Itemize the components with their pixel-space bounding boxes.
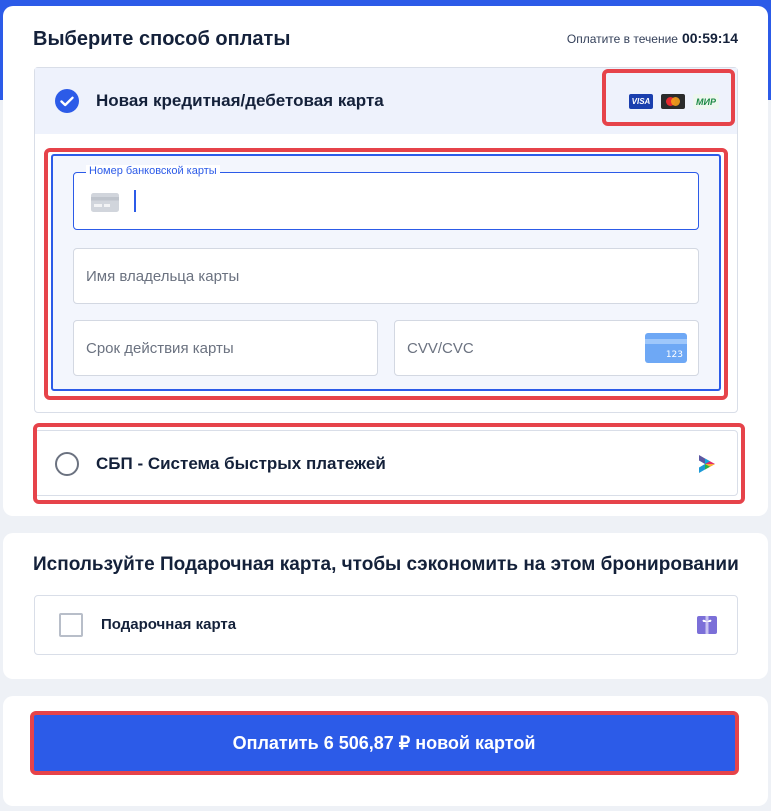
gift-section-title: Используйте Подарочная карта, чтобы сэко… [33, 554, 739, 575]
card-option: Новая кредитная/дебетовая карта VISA МИР… [34, 67, 738, 413]
payment-method-card: Выберите способ оплаты Оплатите в течени… [3, 6, 768, 516]
checkmark-icon [60, 96, 74, 106]
page-title: Выберите способ оплаты [33, 28, 291, 50]
gift-card-checkbox[interactable] [59, 613, 83, 637]
timer-label: Оплатите в течение [566, 32, 678, 46]
card-option-label: Новая кредитная/дебетовая карта [96, 91, 384, 110]
sbp-option-label: СБП - Система быстрых платежей [96, 454, 386, 473]
gift-icon [697, 616, 717, 634]
mastercard-icon [666, 97, 680, 106]
gift-card-section: Используйте Подарочная карта, чтобы сэко… [3, 533, 768, 679]
visa-logo: VISA [629, 94, 653, 109]
cardholder-name-field[interactable]: Имя владельца карты [73, 248, 699, 304]
sbp-logo-icon [699, 455, 715, 473]
gift-card-label: Подарочная карта [101, 616, 237, 633]
card-number-label: Номер банковской карты [86, 165, 220, 177]
card-option-radio[interactable] [55, 89, 79, 113]
pay-button[interactable]: Оплатить 6 506,87 ₽ новой картой [32, 714, 736, 772]
text-cursor [134, 190, 136, 212]
pay-button-label: Оплатить 6 506,87 ₽ новой картой [232, 732, 536, 753]
mir-logo: МИР [693, 94, 719, 109]
cvv-field[interactable]: CVV/CVC 123 [394, 320, 699, 376]
expiry-placeholder: Срок действия карты [86, 339, 234, 357]
gift-card-option[interactable]: Подарочная карта [34, 595, 738, 655]
card-form: Номер банковской карты Имя владельца кар… [51, 154, 721, 391]
card-number-field[interactable]: Номер банковской карты [73, 165, 699, 230]
payment-timer: Оплатите в течение 00:59:14 [567, 30, 738, 46]
cardholder-name-placeholder: Имя владельца карты [86, 267, 240, 285]
credit-card-icon [91, 193, 119, 212]
mastercard-logo [661, 94, 685, 109]
cvv-card-icon: 123 [645, 333, 687, 363]
cvv-placeholder: CVV/CVC [407, 339, 474, 357]
sbp-option[interactable]: СБП - Система быстрых платежей [34, 430, 738, 496]
expiry-field[interactable]: Срок действия карты [73, 320, 378, 376]
cvv-hint-digits: 123 [665, 350, 683, 360]
card-option-header[interactable]: Новая кредитная/дебетовая карта VISA МИР [35, 68, 737, 134]
sbp-option-radio[interactable] [55, 452, 79, 476]
timer-value: 00:59:14 [681, 30, 738, 46]
